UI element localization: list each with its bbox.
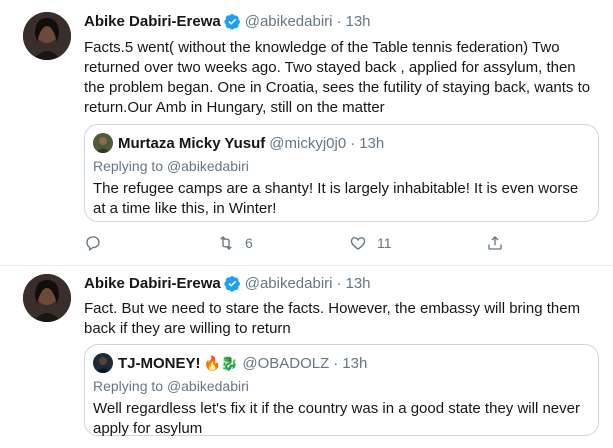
verified-badge-icon — [224, 13, 241, 30]
author-handle[interactable]: @abikedabiri — [245, 275, 333, 292]
quote-author-name: Murtaza Micky Yusuf — [118, 134, 266, 152]
quote-avatar — [93, 353, 113, 373]
author-handle[interactable]: @abikedabiri — [245, 13, 333, 30]
timestamp[interactable]: 13h — [346, 13, 371, 30]
quote-text: The refugee camps are a shanty! It is la… — [93, 180, 579, 217]
tweet-actions: 6 11 — [84, 234, 504, 256]
replying-to: Replying to @abikedabiri — [93, 378, 249, 394]
heart-icon — [350, 237, 366, 250]
timestamp[interactable]: 13h — [346, 275, 371, 292]
quote-avatar — [93, 133, 113, 153]
tweet-text: Fact. But we need to stare the facts. Ho… — [84, 300, 581, 337]
replying-to-label: Replying to — [93, 158, 164, 174]
tweet[interactable]: Abike Dabiri-Erewa @abikedabiri · 13h Fa… — [0, 0, 613, 266]
avatar[interactable] — [23, 274, 71, 322]
tweet-header: Abike Dabiri-Erewa @abikedabiri · 13h — [84, 275, 371, 292]
replying-to-label: Replying to — [93, 378, 164, 394]
reply-icon — [86, 236, 100, 252]
reply-button[interactable] — [84, 234, 102, 252]
quote-header: TJ-MONEY! 🔥🐉 @OBADOLZ · 13h — [93, 353, 367, 373]
verified-badge-icon — [224, 275, 241, 292]
retweet-button[interactable]: 6 — [217, 234, 253, 252]
separator-dot: · — [336, 275, 342, 292]
separator-dot: · — [350, 134, 356, 152]
quote-header: Murtaza Micky Yusuf @mickyj0j0 · 13h — [93, 133, 384, 153]
replying-to-mention[interactable]: @abikedabiri — [167, 378, 249, 394]
retweet-icon — [220, 236, 232, 250]
tweet-text: Facts.5 went( without the knowledge of t… — [84, 39, 591, 116]
like-count: 11 — [377, 235, 392, 251]
quoted-tweet[interactable]: TJ-MONEY! 🔥🐉 @OBADOLZ · 13h Replying to … — [84, 344, 599, 437]
separator-dot: · — [336, 13, 342, 30]
share-button[interactable] — [486, 234, 504, 252]
retweet-count: 6 — [245, 235, 253, 251]
quote-text: Well regardless let's fix it if the coun… — [93, 400, 580, 437]
quoted-tweet[interactable]: Murtaza Micky Yusuf @mickyj0j0 · 13h Rep… — [84, 124, 599, 222]
avatar[interactable] — [23, 12, 71, 60]
tweet-header: Abike Dabiri-Erewa @abikedabiri · 13h — [84, 13, 371, 30]
quote-author-name: TJ-MONEY! — [118, 354, 201, 372]
quote-timestamp: 13h — [359, 134, 385, 152]
quote-author-handle: @OBADOLZ — [242, 354, 330, 372]
author-name[interactable]: Abike Dabiri-Erewa — [84, 275, 221, 292]
separator-dot: · — [333, 354, 339, 372]
replying-to: Replying to @abikedabiri — [93, 158, 249, 174]
fire-dragon-emoji-icon: 🔥🐉 — [203, 354, 239, 371]
quote-author-handle: @mickyj0j0 — [269, 134, 347, 152]
like-button[interactable]: 11 — [349, 234, 392, 252]
tweet[interactable]: Abike Dabiri-Erewa @abikedabiri · 13h Fa… — [0, 266, 613, 448]
share-icon — [488, 236, 502, 250]
quote-timestamp: 13h — [342, 354, 368, 372]
author-name[interactable]: Abike Dabiri-Erewa — [84, 13, 221, 30]
replying-to-mention[interactable]: @abikedabiri — [167, 158, 249, 174]
